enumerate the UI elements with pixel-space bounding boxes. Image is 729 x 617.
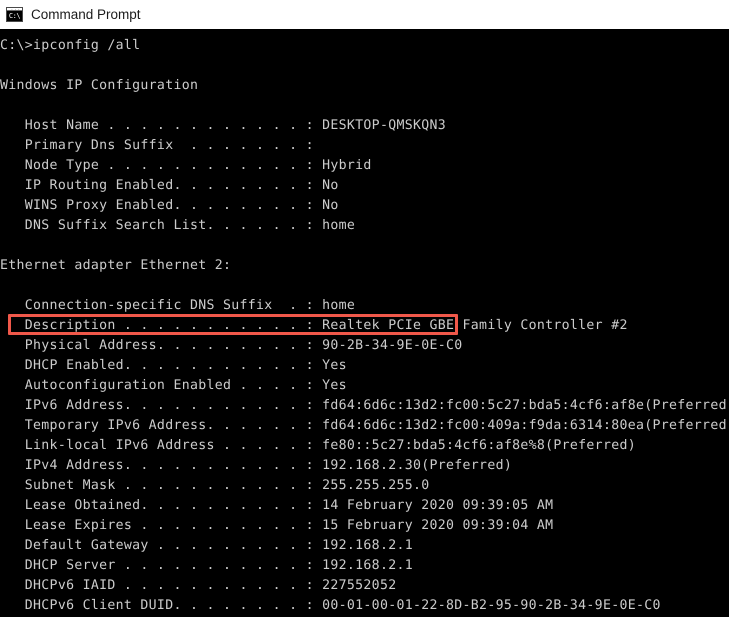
console-output-area[interactable]: C:\>ipconfig /all Windows IP Configurati…: [0, 29, 729, 617]
window-titlebar[interactable]: ··· C:\ Command Prompt: [0, 0, 729, 29]
console-text: C:\>ipconfig /all Windows IP Configurati…: [0, 38, 729, 613]
icon-prompt-text: C:\: [7, 11, 22, 21]
command-prompt-icon: ··· C:\: [6, 7, 23, 22]
window-title: Command Prompt: [31, 7, 141, 22]
